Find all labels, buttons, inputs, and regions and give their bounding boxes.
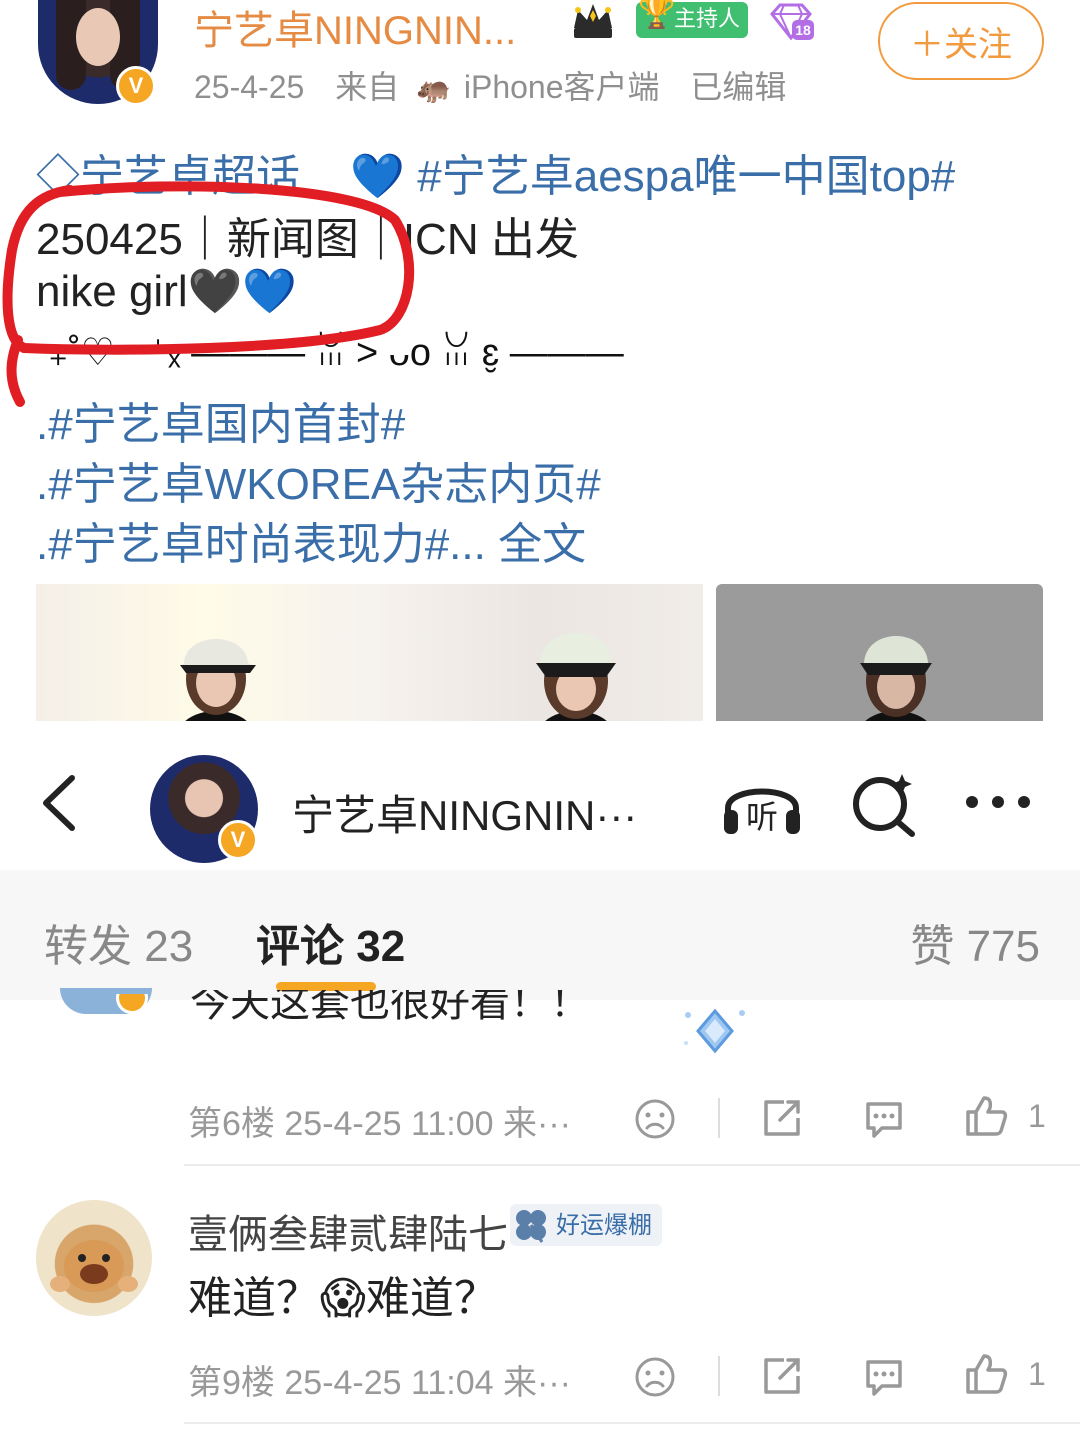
comment-meta: 第9楼 25-4-25 11:04 来··· <box>188 1355 571 1404</box>
tab-repost[interactable]: 转发 23 <box>44 910 193 974</box>
reply-comment-icon[interactable] <box>862 1354 906 1398</box>
comment-divider <box>184 1164 1080 1166</box>
photo-person <box>180 639 256 721</box>
comment-text: 难道？😱难道？ <box>188 1273 498 1324</box>
like-count: 1 <box>1028 1356 1046 1392</box>
sad-face-icon[interactable] <box>634 1356 676 1398</box>
photo-person <box>860 636 932 721</box>
hashtag-link[interactable]: .#宁艺卓WKOREA杂志内页# <box>36 448 601 512</box>
follow-button[interactable]: ＋关注 <box>878 2 1044 80</box>
red-annotation-circle <box>2 181 415 407</box>
comment-avatar[interactable] <box>36 1200 152 1316</box>
comment-time: 25-4-25 11:00 <box>284 1105 494 1143</box>
listen-headphones-icon[interactable]: 听 <box>720 772 804 836</box>
thumbs-up-icon[interactable] <box>964 1352 1008 1396</box>
shocked-emoji-icon: 😱 <box>320 1273 366 1324</box>
comment-time: 25-4-25 11:04 <box>284 1364 494 1402</box>
sad-face-icon[interactable] <box>634 1098 676 1140</box>
verified-badge-icon: V <box>116 66 156 106</box>
expand-full-text-link[interactable]: 全文 <box>498 520 586 569</box>
more-options-icon[interactable] <box>962 790 1034 814</box>
post-date: 25-4-25 <box>194 69 305 105</box>
post-image-3[interactable] <box>716 584 1043 721</box>
sparkle-sticker-icon <box>684 1008 745 1054</box>
svg-text:听: 听 <box>746 798 778 836</box>
share-icon[interactable] <box>760 1354 804 1398</box>
comment-meta: 第6楼 25-4-25 11:00 来··· <box>188 1096 571 1145</box>
diamond-level-icon: 18 <box>770 3 814 41</box>
hashtag-link[interactable]: #宁艺卓aespa唯一中国top# <box>417 152 955 201</box>
comment-text: 今天这套也很好看！！ <box>190 990 590 1020</box>
device-icon: 🦛 <box>416 73 451 104</box>
crown-icon <box>574 4 612 38</box>
share-icon[interactable] <box>760 1096 804 1140</box>
trophy-icon: 🏆 <box>638 0 676 31</box>
comment-source: 来··· <box>503 1364 571 1402</box>
post-source-prefix: 来自 <box>335 69 400 105</box>
thumbs-up-icon[interactable] <box>964 1094 1008 1138</box>
commenter-name[interactable]: 壹俩叁肆贰肆陆七 <box>188 1202 508 1260</box>
back-arrow-icon[interactable] <box>38 772 82 834</box>
edited-label[interactable]: 已编辑 <box>690 69 786 105</box>
comment-floor: 第6楼 <box>188 1105 275 1143</box>
divider <box>718 1098 720 1138</box>
post-device[interactable]: iPhone客户端 <box>464 69 660 105</box>
host-badge-label: 主持人 <box>674 7 741 32</box>
verified-badge-icon: V <box>218 820 258 860</box>
hashtag-link[interactable]: .#宁艺卓时尚表现力#... <box>36 520 486 569</box>
host-badge: 🏆 主持人 <box>636 0 749 38</box>
tab-likes[interactable]: 赞 775 <box>910 910 1040 974</box>
like-count: 1 <box>1028 1098 1046 1134</box>
post-image-1-2[interactable] <box>36 584 703 721</box>
divider <box>718 1356 720 1396</box>
comment-floor: 第9楼 <box>188 1364 275 1402</box>
tab-comments[interactable]: 评论 32 <box>256 910 405 974</box>
reply-comment-icon[interactable] <box>862 1096 906 1140</box>
comment-divider <box>184 1422 1080 1424</box>
svg-text:18: 18 <box>795 22 811 38</box>
nav-title[interactable]: 宁艺卓NINGNIN··· <box>292 782 637 843</box>
comment-source: 来··· <box>503 1105 571 1143</box>
post-meta: 25-4-25 来自 🦛 iPhone客户端 已编辑 <box>194 62 808 108</box>
photo-person <box>536 633 616 721</box>
author-name[interactable]: 宁艺卓NINGNIN... <box>194 0 516 56</box>
post-line-7: .#宁艺卓时尚表现力#... 全文 <box>36 508 586 572</box>
search-icon[interactable] <box>850 770 916 838</box>
clover-icon <box>516 1210 546 1243</box>
